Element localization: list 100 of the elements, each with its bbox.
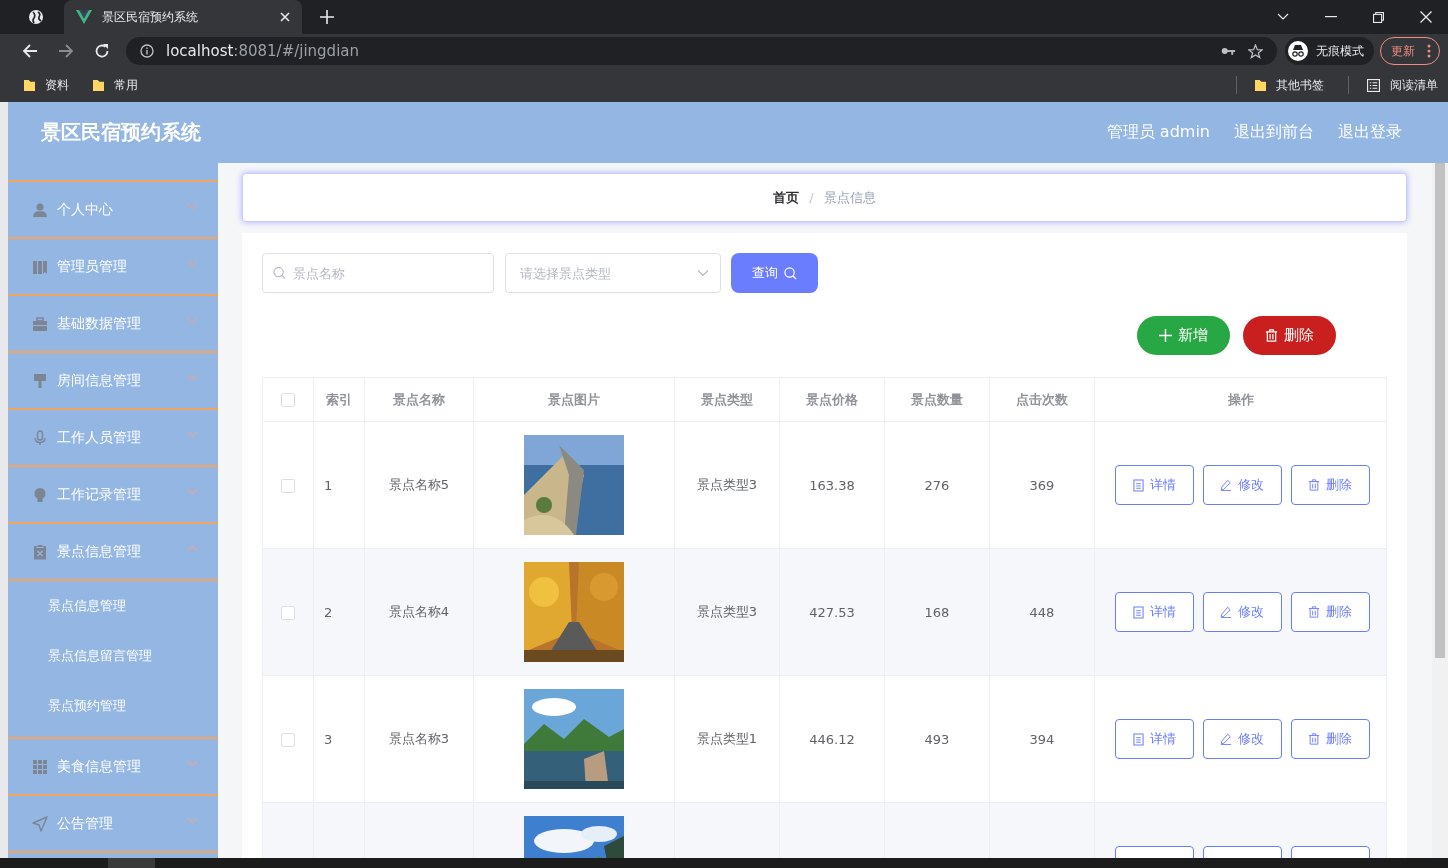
- grid-icon: [32, 758, 48, 775]
- header-link[interactable]: 管理员 admin: [1106, 122, 1210, 143]
- checkbox[interactable]: [281, 393, 295, 408]
- bookmark[interactable]: 资料: [24, 76, 69, 94]
- globe-icon: [28, 9, 44, 25]
- other-bookmarks[interactable]: 其他书签: [1255, 76, 1324, 94]
- menu-item[interactable]: 工作人员管理: [8, 410, 218, 467]
- back-icon[interactable]: [22, 43, 38, 59]
- checkbox[interactable]: [281, 478, 295, 493]
- search-field[interactable]: 景点名称: [262, 253, 494, 293]
- delete-button[interactable]: 删除: [1290, 465, 1370, 505]
- query-button[interactable]: 查询: [731, 253, 818, 293]
- table-cell: 493: [924, 731, 950, 747]
- trash-icon: [1265, 329, 1278, 342]
- delete-button[interactable]: 删除: [1243, 316, 1336, 355]
- edit-button[interactable]: 修改: [1202, 592, 1282, 632]
- submenu-item[interactable]: 景点预约管理: [8, 681, 218, 731]
- reading-list[interactable]: 阅读清单: [1367, 76, 1438, 94]
- bookmark[interactable]: 常用: [93, 76, 138, 94]
- column-header: 索引: [326, 391, 352, 407]
- table-cell: 448: [1029, 604, 1055, 620]
- submenu-item[interactable]: 景点信息管理: [8, 581, 218, 631]
- menu-item[interactable]: 管理员管理: [8, 239, 218, 296]
- menu-item[interactable]: 工作记录管理: [8, 467, 218, 524]
- table-cell: 369: [1029, 477, 1055, 493]
- brush-icon: [32, 372, 48, 389]
- briefcase-icon: [32, 315, 48, 332]
- more-icon: [1427, 44, 1431, 58]
- column-header: 景点图片: [548, 391, 600, 407]
- folder-icon: [93, 78, 104, 92]
- folder-icon: [1255, 78, 1266, 92]
- address-bar[interactable]: localhost:8081/#/jingdian: [126, 37, 1277, 65]
- bulb-icon: [32, 486, 48, 503]
- send-icon: [32, 815, 48, 832]
- menu-item[interactable]: 美食信息管理: [8, 739, 218, 796]
- chevron-down-icon: [187, 760, 198, 767]
- breadcrumb-item: 景点信息: [823, 188, 876, 207]
- trash-icon: [1308, 606, 1320, 618]
- table-cell: 景点类型1: [696, 731, 758, 746]
- header-link[interactable]: 退出到前台: [1234, 122, 1314, 143]
- menu-item[interactable]: 个人中心: [8, 182, 218, 239]
- table-cell: 163.38: [809, 477, 855, 493]
- menu-item[interactable]: 景点信息管理: [8, 524, 218, 581]
- column-header: 景点数量: [911, 391, 963, 407]
- chevron-down-icon: [187, 431, 198, 438]
- submenu-item[interactable]: 景点信息留言管理: [8, 631, 218, 681]
- checkbox[interactable]: [281, 732, 295, 747]
- details-button[interactable]: 详情: [1114, 592, 1194, 632]
- browser-tab[interactable]: 景区民宿预约系统: [64, 0, 302, 34]
- reload-icon[interactable]: [94, 43, 110, 59]
- header-link[interactable]: 退出登录: [1338, 122, 1402, 143]
- close-icon[interactable]: [1420, 11, 1432, 23]
- checkbox[interactable]: [281, 605, 295, 620]
- chevron-down-icon[interactable]: [1277, 13, 1289, 21]
- search-icon: [784, 266, 797, 280]
- pencil-icon: [1220, 606, 1232, 618]
- edit-button[interactable]: 修改: [1202, 719, 1282, 759]
- close-icon[interactable]: [280, 12, 290, 22]
- details-button[interactable]: 详情: [1114, 465, 1194, 505]
- table-cell: 景点名称3: [388, 731, 450, 746]
- document-icon: [1132, 478, 1144, 492]
- star-icon[interactable]: [1248, 43, 1263, 59]
- plus-icon: [1159, 329, 1172, 342]
- pencil-icon: [1220, 479, 1232, 491]
- chevron-down-icon: [187, 488, 198, 495]
- chevron-down-icon: [187, 317, 198, 324]
- minimize-icon[interactable]: [1325, 16, 1337, 18]
- edit-button[interactable]: 修改: [1202, 465, 1282, 505]
- column-header: 点击次数: [1016, 391, 1068, 407]
- delete-button[interactable]: 删除: [1290, 719, 1370, 759]
- restore-icon[interactable]: [1373, 11, 1384, 23]
- menu-item[interactable]: 房间信息管理: [8, 353, 218, 410]
- document-icon: [1132, 732, 1144, 746]
- column-header: 操作: [1227, 391, 1254, 407]
- key-icon[interactable]: [1221, 46, 1236, 56]
- info-icon: [140, 44, 154, 58]
- breadcrumb-item[interactable]: 首页: [773, 188, 800, 207]
- new-tab-icon[interactable]: [320, 10, 334, 24]
- menu-item[interactable]: 基础数据管理: [8, 296, 218, 353]
- table-cell: 景点名称5: [388, 477, 450, 492]
- list-icon: [1367, 78, 1380, 92]
- chevron-up-icon: [187, 545, 198, 552]
- column-header: 景点类型: [701, 391, 753, 407]
- delete-button[interactable]: 删除: [1290, 592, 1370, 632]
- table-cell: 427.53: [809, 604, 855, 620]
- type-select[interactable]: 请选择景点类型: [505, 253, 721, 293]
- details-button[interactable]: 详情: [1114, 719, 1194, 759]
- chevron-down-icon: [187, 817, 198, 824]
- add-button[interactable]: 新增: [1137, 316, 1230, 355]
- table-cell: 3: [324, 731, 333, 747]
- forward-icon[interactable]: [58, 43, 74, 59]
- book-icon: [32, 258, 48, 275]
- app-title: 景区民宿预约系统: [41, 119, 201, 146]
- v-logo-icon: [76, 10, 92, 24]
- incognito-chip[interactable]: 无痕模式: [1285, 37, 1374, 65]
- trash-icon: [1308, 479, 1320, 491]
- scrollbar-thumb[interactable]: [1435, 163, 1445, 658]
- menu-item[interactable]: 公告管理: [8, 796, 218, 853]
- column-header: 景点价格: [806, 391, 858, 407]
- folder-icon: [24, 78, 35, 92]
